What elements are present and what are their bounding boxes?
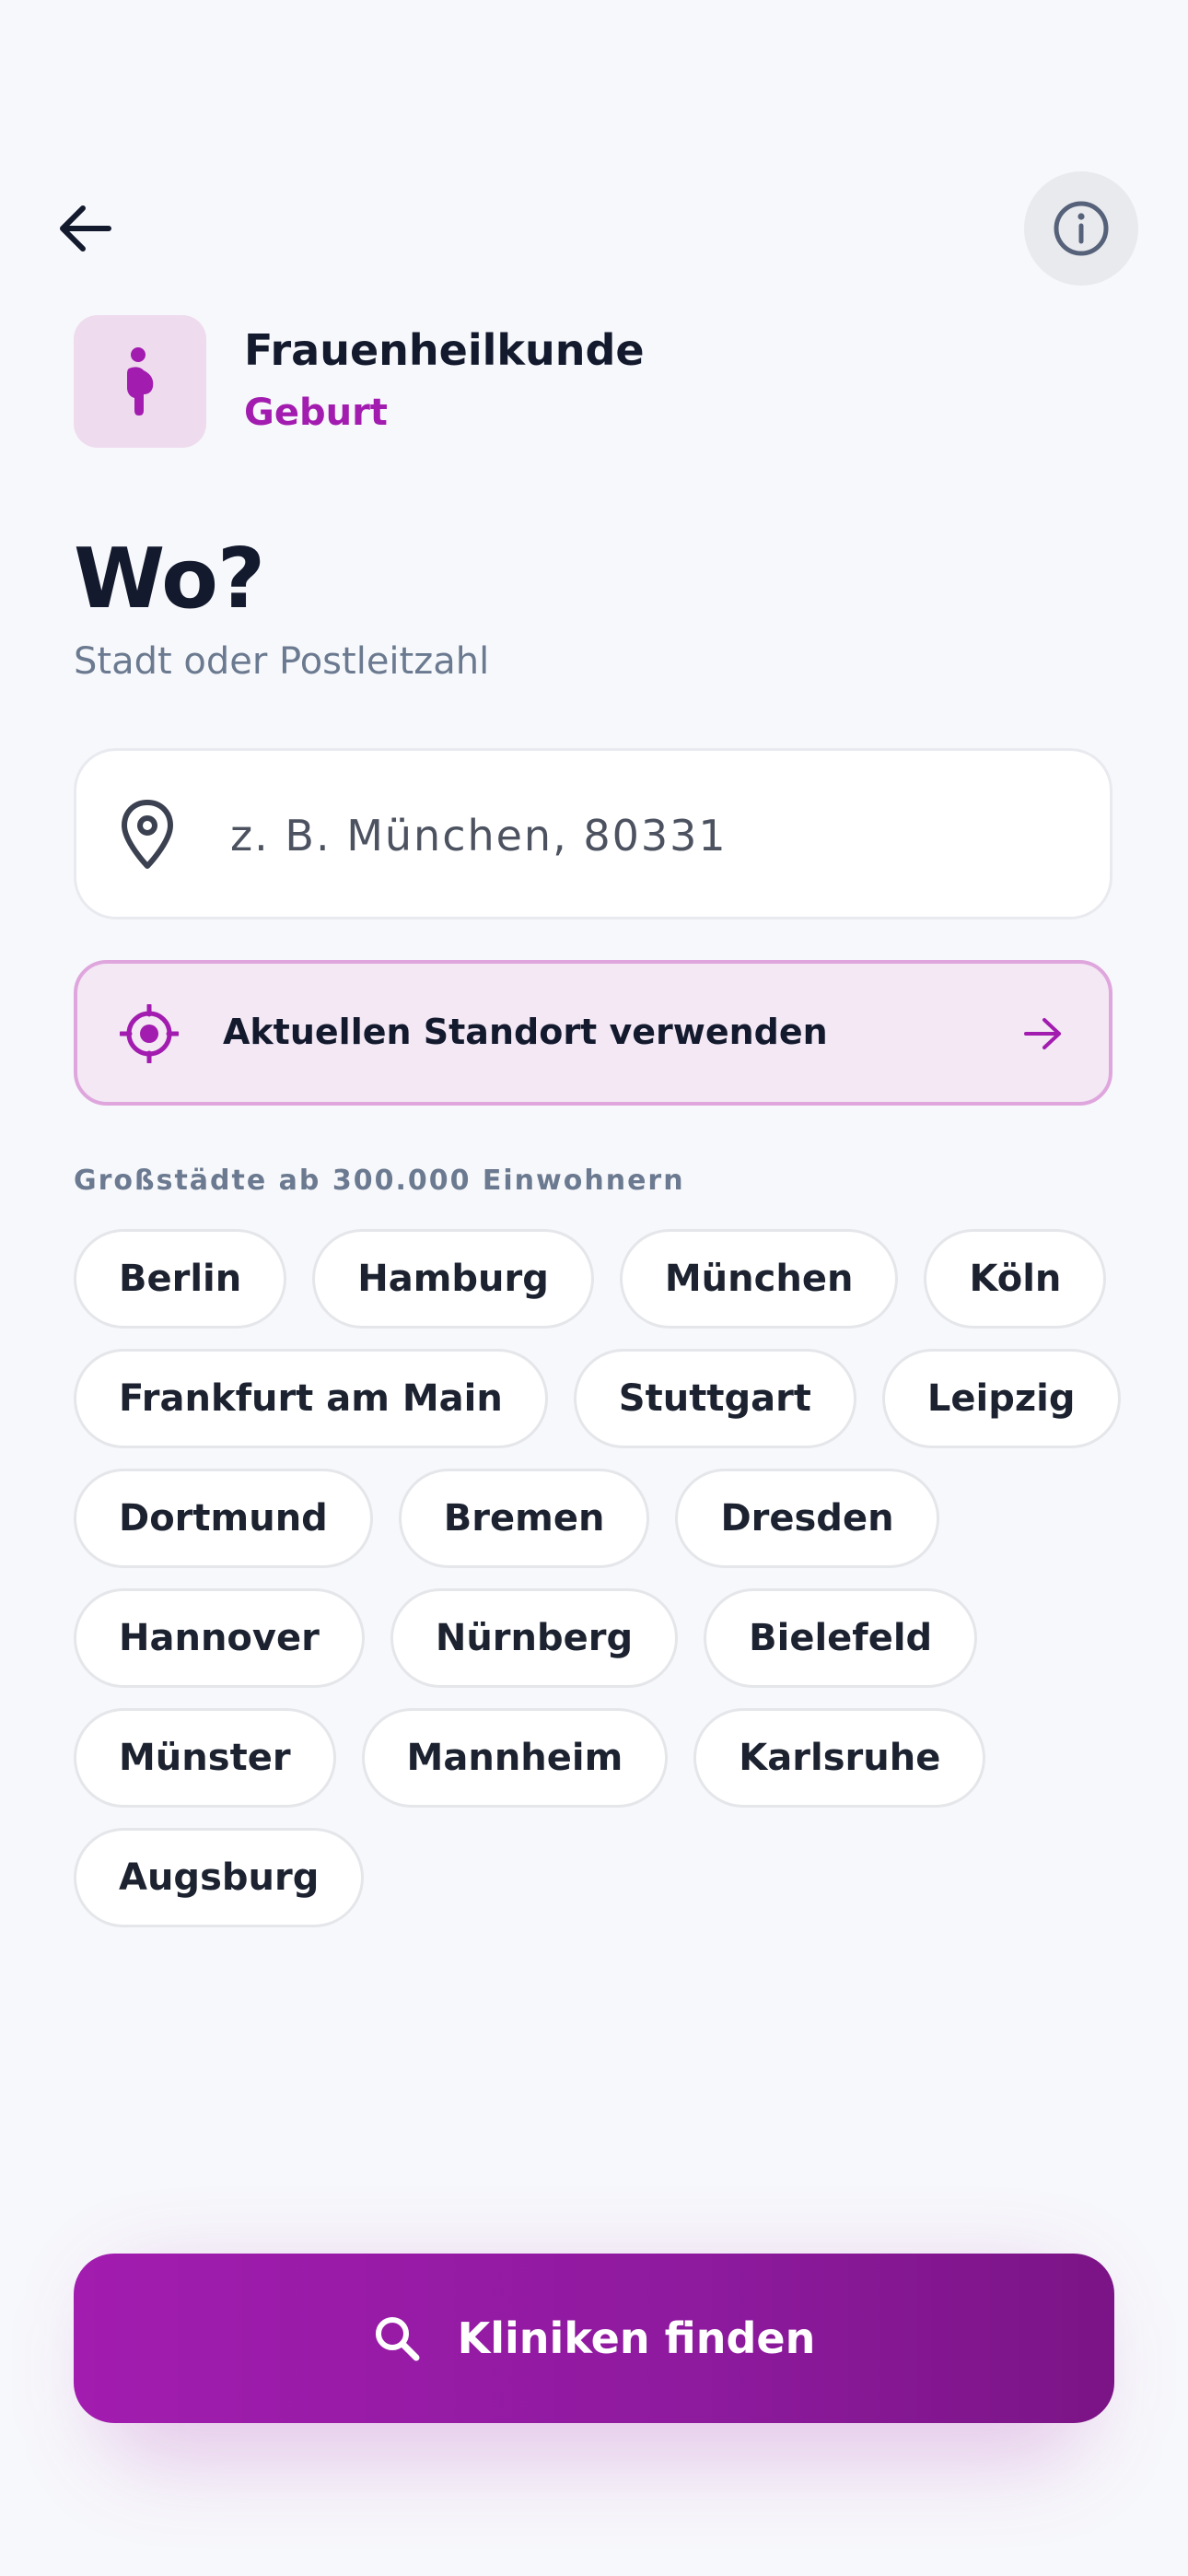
target-icon [120, 1004, 179, 1063]
city-chip-dresden[interactable]: Dresden [675, 1469, 939, 1568]
arrow-left-icon [60, 205, 111, 252]
info-button[interactable] [1024, 171, 1138, 286]
category-icon-box [74, 315, 206, 448]
city-chip-list: Berlin Hamburg München Köln Frankfurt am… [74, 1229, 1133, 1927]
city-chip-nuernberg[interactable]: Nürnberg [390, 1588, 679, 1688]
city-chip-berlin[interactable]: Berlin [74, 1229, 287, 1329]
category-title: Frauenheilkunde [244, 325, 645, 375]
search-icon [375, 2317, 420, 2361]
info-circle-icon [1054, 201, 1109, 256]
page-subtitle: Stadt oder Postleitzahl [74, 640, 490, 683]
city-chip-dortmund[interactable]: Dortmund [74, 1469, 373, 1568]
city-chip-leipzig[interactable]: Leipzig [881, 1349, 1121, 1448]
arrow-right-icon [1024, 1018, 1061, 1049]
back-button[interactable] [52, 184, 118, 273]
city-chip-koeln[interactable]: Köln [924, 1229, 1107, 1329]
city-chip-mannheim[interactable]: Mannheim [361, 1708, 669, 1808]
city-chip-muenchen[interactable]: München [619, 1229, 899, 1329]
city-chip-augsburg[interactable]: Augsburg [74, 1828, 365, 1927]
map-pin-icon [122, 800, 173, 869]
city-chip-karlsruhe[interactable]: Karlsruhe [693, 1708, 986, 1808]
cities-section-label: Großstädte ab 300.000 Einwohnern [74, 1165, 685, 1197]
city-chip-hannover[interactable]: Hannover [74, 1588, 365, 1688]
city-chip-bielefeld[interactable]: Bielefeld [704, 1588, 978, 1688]
city-chip-bremen[interactable]: Bremen [398, 1469, 650, 1568]
city-chip-hamburg[interactable]: Hamburg [312, 1229, 594, 1329]
search-input[interactable] [230, 794, 1059, 877]
use-current-location-label: Aktuellen Standort verwenden [223, 1012, 828, 1052]
find-clinics-button[interactable]: Kliniken finden [74, 2254, 1114, 2423]
city-chip-muenster[interactable]: Münster [74, 1708, 336, 1808]
city-chip-frankfurt-am-main[interactable]: Frankfurt am Main [74, 1349, 548, 1448]
page-title: Wo? [74, 531, 265, 627]
find-clinics-label: Kliniken finden [457, 2313, 816, 2363]
category-subtitle: Geburt [244, 392, 388, 434]
pregnant-woman-icon [127, 347, 154, 416]
city-chip-stuttgart[interactable]: Stuttgart [573, 1349, 856, 1448]
